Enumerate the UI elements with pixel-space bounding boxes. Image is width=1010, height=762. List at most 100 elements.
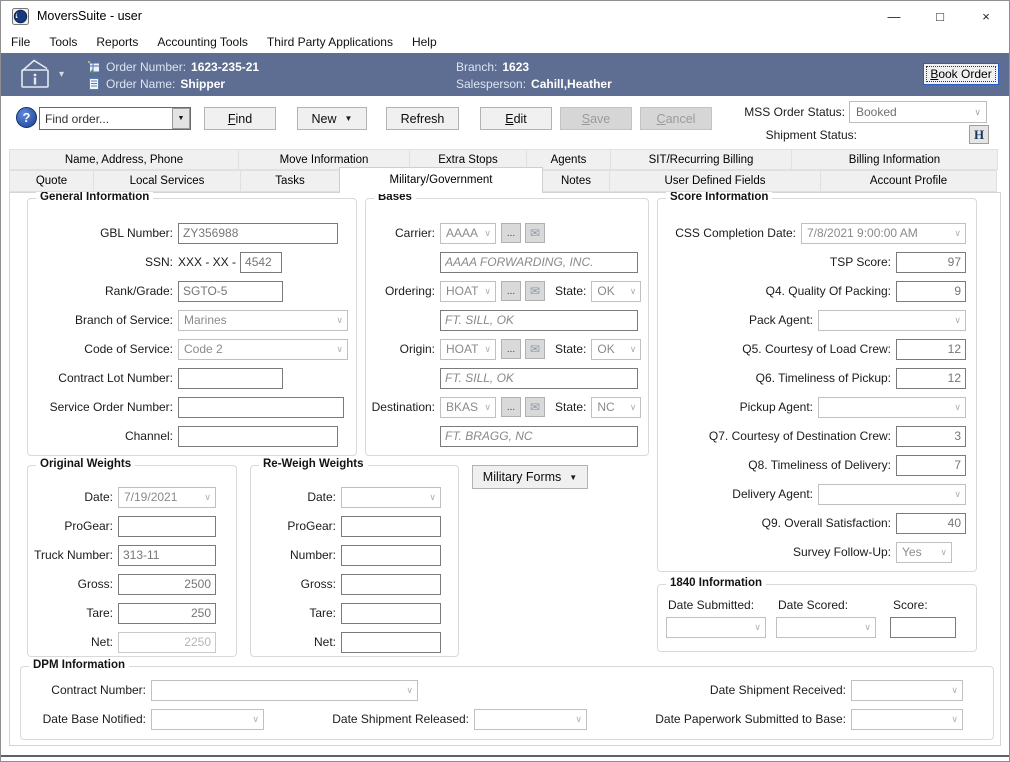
tab-military-government[interactable]: Military/Government	[339, 167, 543, 192]
menu-tools[interactable]: Tools	[41, 33, 85, 51]
find-order-input[interactable]	[40, 108, 172, 129]
book-order-button[interactable]: Book Order	[923, 63, 999, 85]
branch-of-service-combobox[interactable]: Marines ∨	[178, 310, 348, 331]
destination-email-button[interactable]: ✉	[525, 397, 545, 417]
reweigh-date-combobox[interactable]: ∨	[341, 487, 441, 508]
destination-state-combobox[interactable]: NC ∨	[591, 397, 641, 418]
chevron-down-icon: ∨	[406, 685, 413, 696]
close-button[interactable]: ×	[963, 1, 1009, 31]
date-base-notified-combobox[interactable]: ∨	[151, 709, 264, 730]
tab-billing-information[interactable]: Billing Information	[791, 149, 998, 170]
date-paperwork-submitted-combobox[interactable]: ∨	[851, 709, 963, 730]
ordering-lookup-button[interactable]: ...	[501, 281, 521, 301]
refresh-button[interactable]: Refresh	[386, 107, 459, 130]
origin-code-combobox[interactable]: HOAT ∨	[440, 339, 496, 360]
tab-tasks[interactable]: Tasks	[240, 170, 340, 192]
q6-timeliness-of-pickup-input[interactable]	[896, 368, 966, 389]
new-button[interactable]: New ▼	[297, 107, 367, 130]
destination-name-input[interactable]	[440, 426, 638, 447]
contract-lot-number-input[interactable]	[178, 368, 283, 389]
origin-lookup-button[interactable]: ...	[501, 339, 521, 359]
q7-courtesy-of-destination-crew-input[interactable]	[896, 426, 966, 447]
ordering-code-combobox[interactable]: HOAT ∨	[440, 281, 496, 302]
score-1840-input[interactable]	[890, 617, 956, 638]
q9-overall-satisfaction-input[interactable]	[896, 513, 966, 534]
tab-sit-recurring-billing[interactable]: SIT/Recurring Billing	[610, 149, 792, 170]
menu-help[interactable]: Help	[404, 33, 445, 51]
original-tare-input[interactable]	[118, 603, 216, 624]
carrier-email-button[interactable]: ✉	[525, 223, 545, 243]
q4-quality-of-packing-input[interactable]	[896, 281, 966, 302]
origin-email-button[interactable]: ✉	[525, 339, 545, 359]
edit-button[interactable]: Edit	[480, 107, 552, 130]
dropdown-arrow-icon: ▼	[345, 114, 353, 123]
menu-accounting-tools[interactable]: Accounting Tools	[149, 33, 256, 51]
origin-state-combobox[interactable]: OK ∨	[591, 339, 641, 360]
pack-agent-combobox[interactable]: ∨	[818, 310, 966, 331]
gbl-number-input[interactable]	[178, 223, 338, 244]
tab-local-services[interactable]: Local Services	[93, 170, 241, 192]
save-button[interactable]: Save	[560, 107, 632, 130]
tab-name-address-phone[interactable]: Name, Address, Phone	[9, 149, 239, 170]
origin-name-input[interactable]	[440, 368, 638, 389]
reweigh-net-input[interactable]	[341, 632, 441, 653]
destination-lookup-button[interactable]: ...	[501, 397, 521, 417]
tab-strip: Name, Address, Phone Move Information Ex…	[9, 149, 1001, 192]
original-date-combobox[interactable]: 7/19/2021 ∨	[118, 487, 216, 508]
code-of-service-combobox[interactable]: Code 2 ∨	[178, 339, 348, 360]
help-icon[interactable]: ?	[16, 107, 37, 128]
reweigh-progear-input[interactable]	[341, 516, 441, 537]
mss-order-status-combobox[interactable]: Booked ∨	[849, 101, 987, 123]
date-shipment-released-combobox[interactable]: ∨	[474, 709, 587, 730]
service-order-number-input[interactable]	[178, 397, 344, 418]
tab-account-profile[interactable]: Account Profile	[820, 170, 997, 192]
delivery-agent-combobox[interactable]: ∨	[818, 484, 966, 505]
find-button[interactable]: Find	[204, 107, 276, 130]
carrier-lookup-button[interactable]: ...	[501, 223, 521, 243]
military-forms-button[interactable]: Military Forms ▼	[472, 465, 588, 489]
css-completion-date-label: CSS Completion Date:	[675, 226, 801, 240]
tab-notes[interactable]: Notes	[542, 170, 610, 192]
date-submitted-combobox[interactable]: ∨	[666, 617, 766, 638]
ordering-state-combobox[interactable]: OK ∨	[591, 281, 641, 302]
menu-reports[interactable]: Reports	[88, 33, 146, 51]
order-info-menu-button[interactable]: ▾	[15, 57, 64, 91]
tsp-score-label: TSP Score:	[830, 255, 896, 269]
q8-timeliness-of-delivery-input[interactable]	[896, 455, 966, 476]
date-scored-combobox[interactable]: ∨	[776, 617, 876, 638]
ordering-name-input[interactable]	[440, 310, 638, 331]
tab-quote[interactable]: Quote	[9, 170, 94, 192]
tab-user-defined-fields[interactable]: User Defined Fields	[609, 170, 821, 192]
q5-courtesy-of-load-crew-input[interactable]	[896, 339, 966, 360]
channel-input[interactable]	[178, 426, 338, 447]
pickup-agent-combobox[interactable]: ∨	[818, 397, 966, 418]
original-gross-input[interactable]	[118, 574, 216, 595]
menu-third-party-applications[interactable]: Third Party Applications	[259, 33, 401, 51]
reweigh-number-input[interactable]	[341, 545, 441, 566]
carrier-code-combobox[interactable]: AAAA ∨	[440, 223, 496, 244]
reweigh-tare-input[interactable]	[341, 603, 441, 624]
maximize-button[interactable]: □	[917, 1, 963, 31]
contract-number-combobox[interactable]: ∨	[151, 680, 418, 701]
tsp-score-input[interactable]	[896, 252, 966, 273]
survey-follow-up-combobox[interactable]: Yes ∨	[896, 542, 952, 563]
branch-of-service-label: Branch of Service:	[28, 313, 178, 327]
rank-grade-input[interactable]	[178, 281, 283, 302]
css-completion-date-combobox[interactable]: 7/8/2021 9:00:00 AM ∨	[801, 223, 966, 244]
original-progear-input[interactable]	[118, 516, 216, 537]
state-label: State:	[555, 284, 591, 298]
reweigh-gross-input[interactable]	[341, 574, 441, 595]
group-title: General Information	[36, 191, 153, 203]
chevron-down-icon: ∨	[951, 714, 958, 725]
ordering-email-button[interactable]: ✉	[525, 281, 545, 301]
chevron-down-icon: ∨	[484, 344, 491, 355]
original-truck-number-input[interactable]	[118, 545, 216, 566]
menu-file[interactable]: File	[3, 33, 38, 51]
date-shipment-received-combobox[interactable]: ∨	[851, 680, 963, 701]
history-button[interactable]: H	[969, 125, 989, 144]
destination-code-combobox[interactable]: BKAS ∨	[440, 397, 496, 418]
carrier-name-input[interactable]	[440, 252, 638, 273]
minimize-button[interactable]: —	[871, 1, 917, 31]
find-order-dropdown-button[interactable]: ▼	[172, 108, 190, 129]
ssn-last4-input[interactable]	[240, 252, 282, 273]
